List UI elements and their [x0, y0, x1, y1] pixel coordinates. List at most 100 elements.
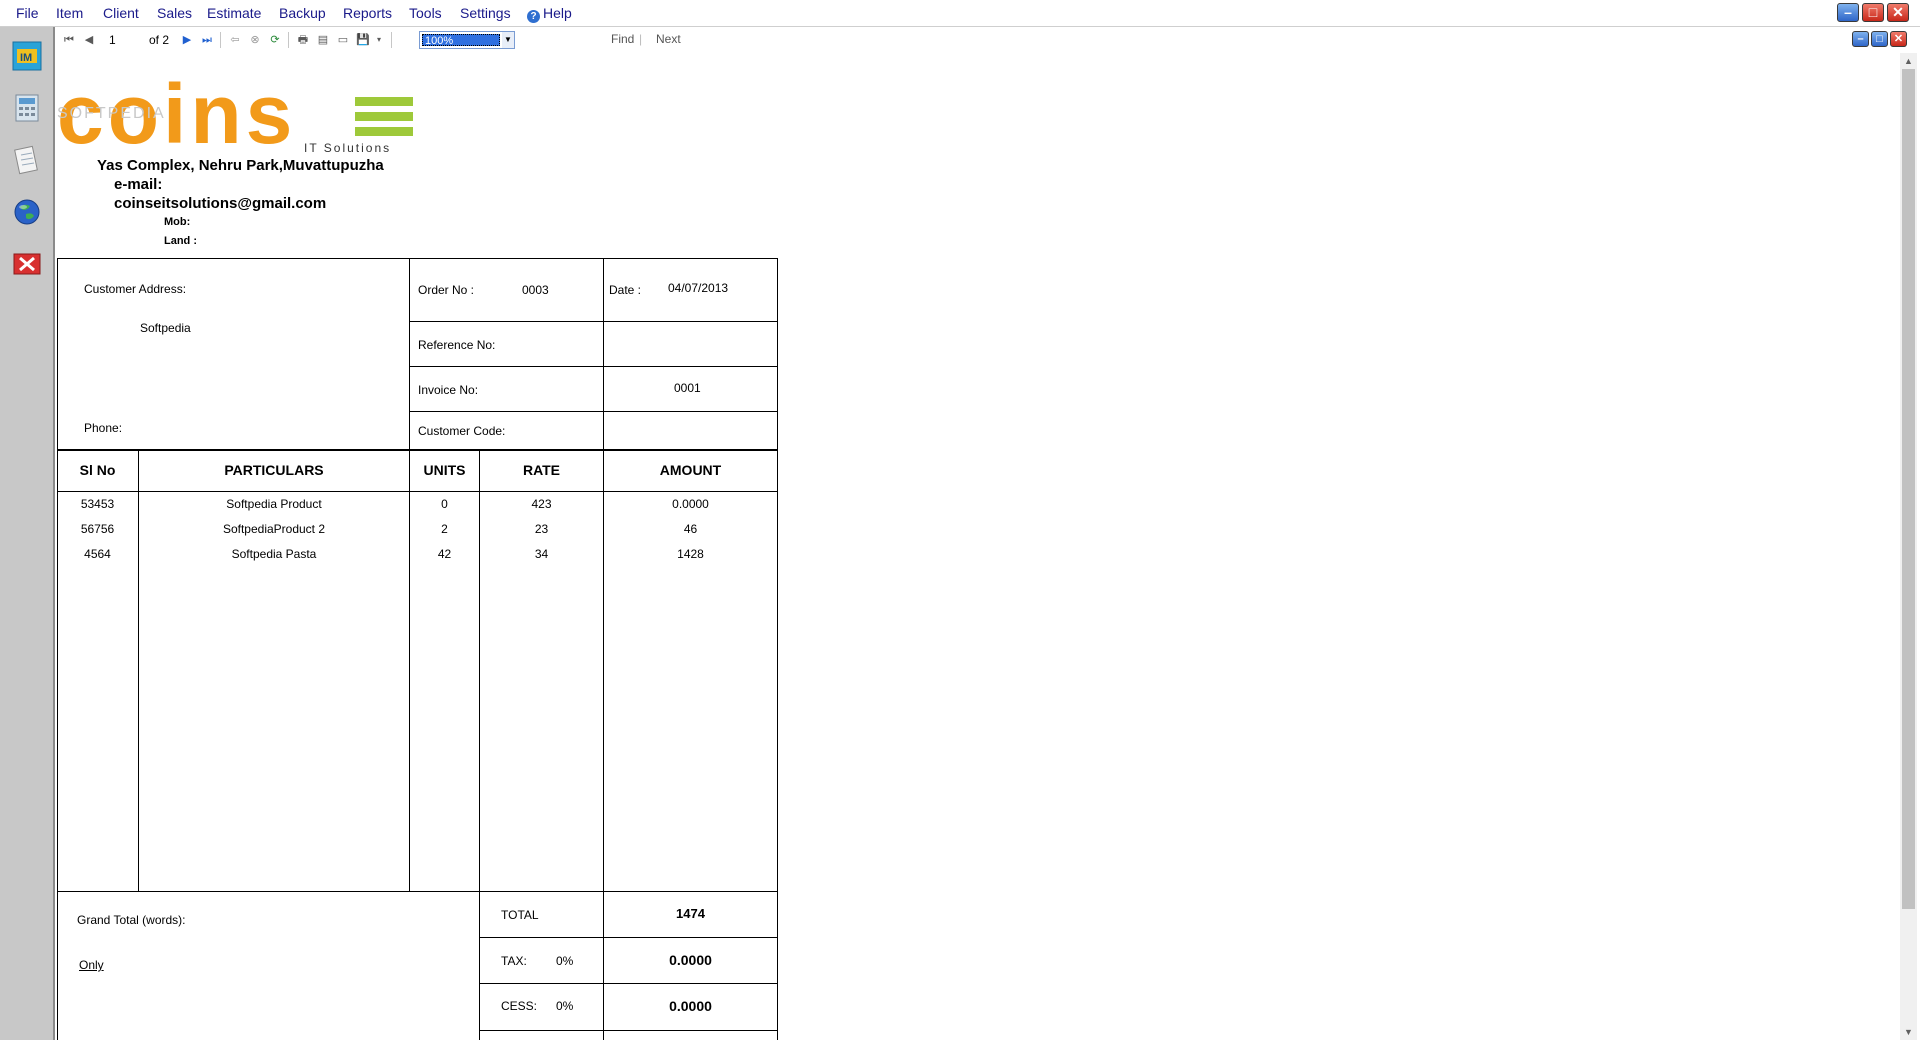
column-header-rate: RATE [522, 462, 561, 478]
minimize-icon: – [1857, 33, 1864, 45]
window-maximize-button[interactable]: □ [1862, 3, 1884, 22]
table-cell-rate: 423 [531, 497, 552, 511]
table-border [57, 491, 778, 492]
table-cell-amount: 46 [683, 522, 698, 536]
report-page: coins SOFTPEDIA IT Solutions Yas Complex… [57, 53, 1900, 1040]
table-border [479, 937, 778, 938]
vertical-scrollbar[interactable]: ▲ ▼ [1900, 53, 1917, 1040]
maximize-icon: □ [1876, 33, 1883, 45]
menu-help[interactable]: ? Help [527, 0, 572, 26]
order-no-label: Order No : [418, 283, 475, 297]
menu-reports[interactable]: Reports [343, 0, 392, 26]
table-border [57, 258, 58, 1040]
table-cell-rate: 34 [534, 547, 549, 561]
zoom-select[interactable]: 100% ▼ [419, 31, 515, 49]
invoice-no-label: Invoice No: [418, 383, 479, 397]
menu-sales[interactable]: Sales [157, 0, 192, 26]
calculator-icon[interactable] [12, 93, 42, 123]
table-cell-sl: 53453 [80, 497, 115, 511]
menu-item[interactable]: Item [56, 0, 83, 26]
menu-client[interactable]: Client [103, 0, 139, 26]
zoom-value: 100% [422, 34, 500, 47]
menu-backup[interactable]: Backup [279, 0, 326, 26]
table-border [138, 450, 139, 892]
doc-minimize-button[interactable]: – [1852, 31, 1869, 47]
export-icon[interactable]: 💾 [355, 32, 371, 48]
company-logo-subtitle: IT Solutions [304, 141, 392, 155]
phone-label: Phone: [84, 421, 123, 435]
globe-icon[interactable] [12, 197, 42, 227]
watermark: SOFTPEDIA [57, 105, 166, 122]
toolbar-separator [288, 32, 289, 48]
menu-bar: File Item Client Sales Estimate Backup R… [0, 0, 1920, 27]
minimize-icon: – [1844, 4, 1852, 20]
table-border [57, 449, 778, 451]
previous-page-icon[interactable]: ◀ [81, 32, 97, 48]
doc-maximize-button[interactable]: □ [1871, 31, 1888, 47]
refresh-icon[interactable]: ⟳ [267, 32, 283, 48]
column-header-units: UNITS [423, 462, 466, 478]
table-border [409, 258, 410, 450]
page-setup-icon[interactable]: ▭ [335, 32, 351, 48]
svg-text:IM: IM [20, 52, 32, 64]
tax-label: TAX: [501, 954, 527, 968]
cess-value: 0.0000 [669, 998, 712, 1014]
menu-file[interactable]: File [16, 0, 39, 26]
notepad-icon[interactable] [12, 145, 42, 175]
item-master-icon[interactable]: IM [12, 41, 42, 71]
left-toolbar: IM [0, 27, 55, 1040]
table-border [409, 450, 410, 892]
table-border [479, 450, 480, 1040]
next-page-icon[interactable]: ▶ [179, 32, 195, 48]
exit-icon[interactable] [12, 249, 42, 279]
menu-tools[interactable]: Tools [409, 0, 442, 26]
table-cell-amount: 0.0000 [672, 497, 709, 511]
table-border [479, 983, 778, 984]
back-icon[interactable]: ⇦ [227, 32, 243, 48]
toolbar-separator [220, 32, 221, 48]
table-border [57, 891, 778, 892]
next-button[interactable]: Next [656, 32, 681, 46]
doc-close-button[interactable]: ✕ [1890, 31, 1907, 47]
stop-icon[interactable]: ⊗ [247, 32, 263, 48]
export-dropdown-icon[interactable]: ▾ [371, 32, 387, 48]
table-border [777, 258, 778, 1040]
table-border [603, 258, 604, 450]
scroll-down-icon[interactable]: ▼ [1900, 1024, 1917, 1040]
table-cell-sl: 56756 [80, 522, 115, 536]
first-page-icon[interactable]: ⏮ [61, 32, 77, 48]
menu-estimate[interactable]: Estimate [207, 0, 261, 26]
table-cell-particulars: Softpedia Product [226, 497, 322, 511]
table-border [409, 321, 778, 322]
column-header-amount: AMOUNT [659, 462, 722, 478]
reference-no-label: Reference No: [418, 338, 496, 352]
help-icon: ? [527, 10, 540, 23]
menu-help-label: Help [543, 5, 572, 21]
current-page-field[interactable]: 1 [109, 33, 116, 47]
find-button[interactable]: Find [611, 32, 634, 46]
cess-label: CESS: [501, 999, 538, 1013]
tax-value: 0.0000 [669, 952, 712, 968]
date-label: Date : [609, 283, 642, 297]
table-border [409, 411, 778, 412]
window-close-button[interactable]: ✕ [1887, 3, 1909, 22]
table-cell-particulars: Softpedia Pasta [231, 547, 317, 561]
window-minimize-button[interactable]: – [1837, 3, 1859, 22]
print-icon[interactable]: 🖶 [295, 32, 311, 48]
scroll-up-icon[interactable]: ▲ [1900, 53, 1917, 69]
scrollbar-thumb[interactable] [1902, 69, 1915, 909]
print-layout-icon[interactable]: ▤ [315, 32, 331, 48]
chevron-down-icon[interactable]: ▼ [502, 32, 514, 48]
table-cell-particulars: SoftpediaProduct 2 [222, 522, 326, 536]
toolbar-separator [391, 32, 392, 48]
column-header-sl: Sl No [79, 462, 116, 478]
menu-settings[interactable]: Settings [460, 0, 511, 26]
logo-bars-icon [355, 97, 413, 137]
maximize-icon: □ [1868, 4, 1878, 20]
table-cell-amount: 1428 [677, 547, 704, 561]
report-toolbar: ⏮ ◀ 1 of 2 ▶ ⏭ ⇦ ⊗ ⟳ 🖶 ▤ ▭ 💾 ▾ 100% ▼ Fi… [57, 28, 1920, 52]
close-icon: ✕ [1893, 33, 1904, 45]
last-page-icon[interactable]: ⏭ [199, 32, 215, 48]
email-label: e-mail: [114, 176, 163, 193]
company-address: Yas Complex, Nehru Park,Muvattupuzha [97, 157, 384, 174]
